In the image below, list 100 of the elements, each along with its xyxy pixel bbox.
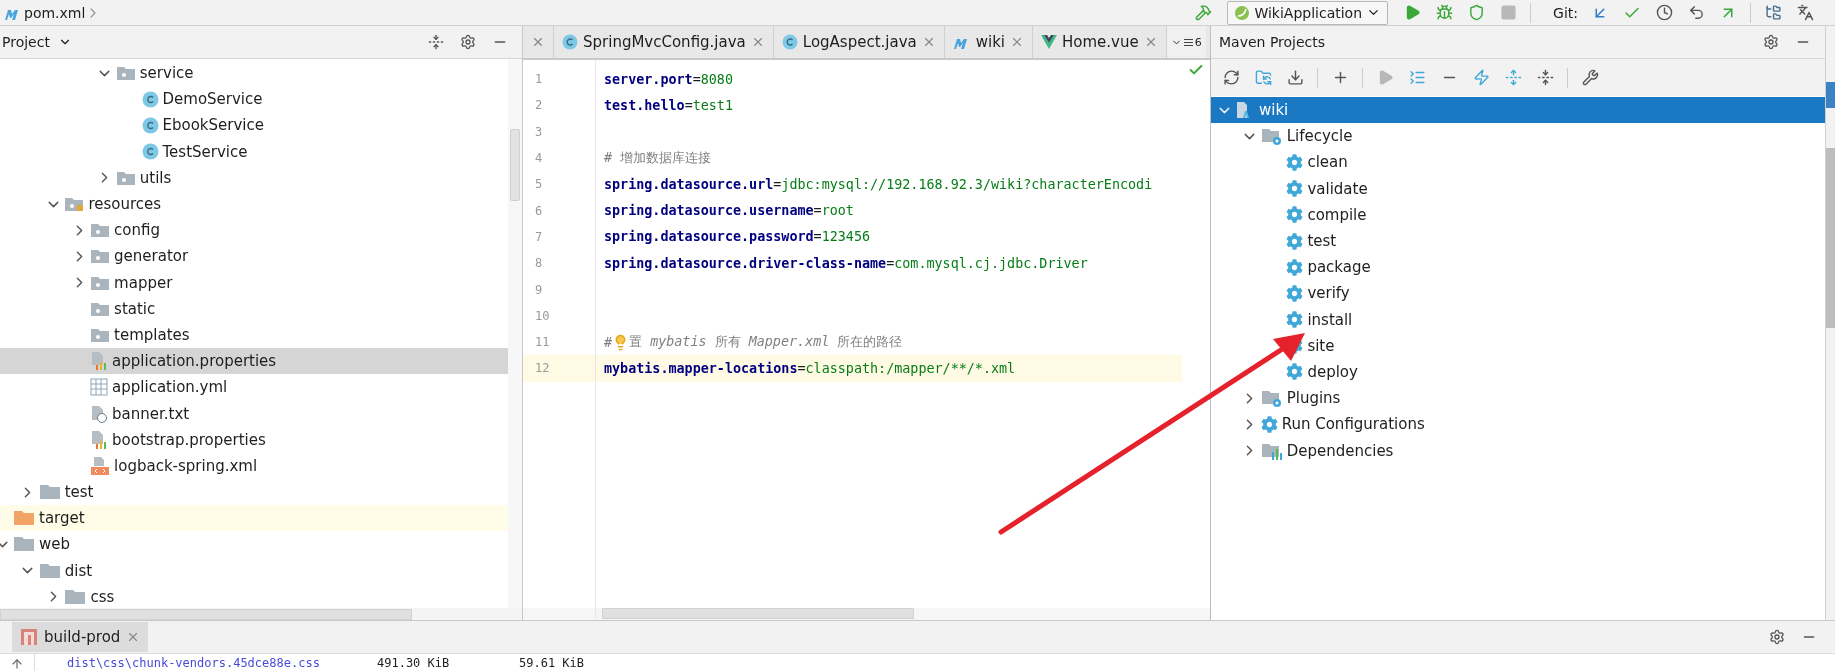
folder-icon bbox=[90, 274, 111, 291]
tree-item[interactable]: validate bbox=[1211, 175, 1825, 202]
vue-icon bbox=[1041, 35, 1058, 49]
tabs-overflow-button[interactable]: 6 bbox=[1166, 26, 1206, 58]
folder-gear-icon bbox=[1260, 126, 1283, 147]
close-icon[interactable] bbox=[531, 35, 545, 49]
line-number: 8 bbox=[534, 255, 544, 273]
text-file-icon bbox=[90, 404, 109, 423]
tree-item[interactable]: banner.txt bbox=[0, 400, 508, 427]
editor-tab[interactable]: SpringMvcConfig.java bbox=[554, 26, 774, 58]
line-number: 1 bbox=[534, 71, 544, 89]
gear-icon bbox=[1260, 415, 1278, 433]
editor-tab[interactable]: LogAspect.java bbox=[773, 26, 945, 58]
scrollbar-thumb[interactable] bbox=[1826, 148, 1835, 328]
line-number: 12 bbox=[523, 355, 595, 382]
tree-item[interactable]: config bbox=[0, 217, 508, 244]
xml-file-icon bbox=[90, 455, 111, 476]
tree-item[interactable]: clean bbox=[1211, 149, 1825, 176]
tree-item[interactable]: templates bbox=[0, 321, 508, 349]
tree-item[interactable]: Dependencies bbox=[1211, 437, 1825, 464]
panel-title: Maven Projects bbox=[1219, 34, 1326, 50]
scrollbar-thumb[interactable] bbox=[510, 129, 520, 201]
scrollbar-thumb[interactable] bbox=[602, 608, 914, 619]
up-arrow-icon[interactable] bbox=[10, 657, 24, 671]
tree-item[interactable]: EbookService bbox=[0, 112, 508, 139]
folder-icon bbox=[64, 196, 85, 213]
code-line: spring.datasource.driver-class-name=com.mysql.cj.jdbc.Driver bbox=[603, 254, 1089, 273]
tree-item[interactable]: test bbox=[1211, 227, 1825, 255]
output-gzip-size: 59.61 KiB bbox=[519, 655, 585, 670]
line-number: 6 bbox=[534, 202, 544, 220]
tree-item[interactable]: logback-spring.xml bbox=[0, 452, 508, 479]
tree-item[interactable]: static bbox=[0, 295, 508, 322]
folder-icon bbox=[38, 484, 61, 501]
line-number: 2 bbox=[534, 97, 544, 115]
panel-title[interactable]: Project bbox=[2, 34, 50, 50]
tree-item[interactable]: utils bbox=[0, 164, 508, 191]
tree-item[interactable]: resources bbox=[0, 190, 508, 218]
properties-file-icon bbox=[90, 351, 109, 372]
spring-icon bbox=[1234, 4, 1251, 21]
code-line: server.port=8080 bbox=[603, 70, 734, 89]
folder-icon bbox=[38, 562, 61, 579]
gear-icon bbox=[1286, 363, 1304, 381]
gear-icon bbox=[1286, 284, 1304, 302]
tree-item[interactable]: application.properties bbox=[0, 348, 508, 375]
gear-icon bbox=[1286, 258, 1304, 276]
scrollbar-thumb[interactable] bbox=[0, 608, 412, 620]
tree-item[interactable]: bootstrap.properties bbox=[0, 426, 508, 453]
editor-tab[interactable]: wiki bbox=[944, 26, 1034, 58]
tree-item[interactable]: package bbox=[1211, 254, 1825, 281]
gear-icon bbox=[1286, 180, 1304, 198]
run-configuration-dropdown[interactable]: WikiApplication bbox=[1227, 0, 1389, 25]
code-line: spring.datasource.username=root bbox=[603, 202, 855, 221]
line-number: 7 bbox=[534, 228, 544, 246]
tree-item[interactable]: mapper bbox=[0, 269, 508, 296]
class-icon bbox=[562, 34, 578, 50]
run-tab[interactable]: build-prod bbox=[12, 622, 149, 652]
code-line: spring.datasource.url=jdbc:mysql://192.168.92.3/wiki?characterEncodi bbox=[603, 175, 1154, 194]
class-icon bbox=[141, 90, 159, 108]
tree-item[interactable]: test bbox=[0, 479, 508, 506]
properties-file-icon bbox=[90, 429, 109, 450]
tree-item[interactable]: deploy bbox=[1211, 358, 1825, 386]
tree-item[interactable]: dist bbox=[0, 557, 508, 584]
line-number: 11 bbox=[534, 334, 551, 352]
comment-text: # bbox=[604, 334, 613, 350]
tree-item[interactable]: install bbox=[1211, 306, 1825, 333]
gear-icon bbox=[1286, 232, 1304, 250]
gear-icon bbox=[1286, 311, 1304, 329]
folder-icon bbox=[13, 510, 35, 527]
tree-item[interactable]: compile bbox=[1211, 201, 1825, 228]
tree-item[interactable]: TestService bbox=[0, 138, 508, 165]
comment-text: 置 mybatis 所有 Mapper.xml 所在的路径 bbox=[629, 333, 903, 352]
folder-icon bbox=[90, 248, 111, 265]
code-line: test.hello=test1 bbox=[603, 96, 734, 115]
table-file-icon bbox=[90, 378, 109, 397]
folder-icon bbox=[90, 326, 111, 343]
tree-item[interactable]: DemoService bbox=[0, 86, 508, 113]
editor-tab[interactable]: Home.vue bbox=[1033, 26, 1167, 58]
tree-item[interactable]: css bbox=[0, 583, 508, 608]
folder-icon bbox=[64, 588, 87, 605]
line-number: 3 bbox=[534, 123, 544, 141]
tree-item[interactable]: application.yml bbox=[0, 374, 508, 401]
tree-item[interactable]: Lifecycle bbox=[1211, 123, 1825, 150]
tree-item[interactable]: verify bbox=[1211, 280, 1825, 307]
line-number: 10 bbox=[534, 307, 551, 325]
folder-icon bbox=[13, 536, 35, 553]
tree-item[interactable]: web bbox=[0, 531, 508, 558]
line-number: 4 bbox=[534, 150, 544, 168]
class-icon bbox=[781, 34, 798, 50]
tree-item[interactable]: generator bbox=[0, 243, 508, 270]
tree-item[interactable]: Run Configurations bbox=[1211, 411, 1825, 438]
list-icon bbox=[1183, 38, 1193, 46]
folder-icon bbox=[115, 169, 136, 186]
tree-item[interactable]: Plugins bbox=[1211, 385, 1825, 412]
gear-icon bbox=[1286, 153, 1304, 171]
breadcrumb-file[interactable]: pom.xml bbox=[24, 4, 86, 21]
class-icon bbox=[141, 116, 159, 134]
line-number: 5 bbox=[534, 176, 544, 194]
tree-item[interactable]: service bbox=[0, 60, 508, 87]
tree-item[interactable]: wiki bbox=[1211, 97, 1825, 124]
tree-item[interactable]: target bbox=[0, 505, 508, 532]
